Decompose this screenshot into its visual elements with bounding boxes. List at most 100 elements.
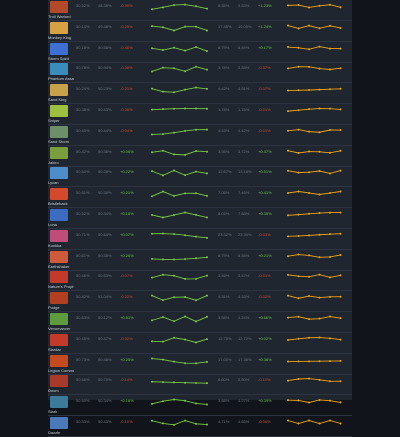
- sparkline-point: [339, 338, 342, 341]
- sparkline-point: [308, 108, 310, 111]
- hero-portrait[interactable]: [50, 313, 68, 325]
- hero-name[interactable]: Nature's Prophet: [48, 284, 74, 289]
- sparkline-point: [195, 66, 197, 69]
- table-row[interactable]: Doom 50.56% 50.70% -0.14% 8.60% 8.50% -0.10%: [48, 374, 352, 396]
- sparkline-point: [206, 49, 208, 52]
- table-row[interactable]: Phantom Assassin50.78% 50.94% -0.38% 3.78% 3…: [48, 62, 352, 84]
- pick3-value: 4.42%: [238, 127, 250, 133]
- delta2-value: -0.06%: [258, 419, 271, 424]
- pick2-value: 12.67%: [218, 169, 232, 175]
- sparkline-line: [151, 4, 208, 10]
- sparkline-point: [206, 236, 208, 239]
- delta2-value: +0.21%: [258, 252, 272, 258]
- hero-name[interactable]: Pudge: [48, 305, 74, 310]
- table-row[interactable]: Luna 50.52% 50.34% +0.18% 8.03% 7.68% +0.35%: [48, 208, 352, 229]
- delta2-value: +0.66%: [258, 315, 272, 320]
- sparkline-point: [195, 320, 197, 323]
- table-row[interactable]: Nature's Prophet50.46% 50.53% -0.07% 3.46% 3…: [48, 270, 352, 292]
- pick-value: 50.35%: [98, 252, 112, 258]
- hero-name[interactable]: Legion Commander: [48, 368, 74, 373]
- hero-name[interactable]: Storm Spirit: [48, 56, 74, 61]
- table-row[interactable]: Slardar 50.45% 50.47% -0.02% 12.70% 12.72% +0.…: [48, 333, 352, 354]
- hero-portrait[interactable]: [50, 354, 68, 367]
- sparkline-point: [173, 131, 175, 134]
- sparkline-point: [308, 377, 310, 380]
- table-row[interactable]: Storm Spirit 50.18% 50.58% -0.40% 8.79% 8.49%…: [48, 42, 352, 63]
- sparkline-point: [339, 422, 342, 425]
- hero-name[interactable]: Venomancer: [48, 326, 74, 331]
- sparkline-point: [206, 315, 208, 318]
- sparkline-line: [151, 170, 208, 177]
- hero-portrait[interactable]: [50, 250, 68, 263]
- sparkline-point: [184, 70, 186, 73]
- table-row[interactable]: Lycan 50.50% 50.28% +0.22% 12.67% 13.18% +0.51…: [48, 166, 352, 188]
- table-row[interactable]: Venomancer 50.63% 50.12% +0.51% 3.58% 4.24% +0…: [48, 312, 352, 333]
- hero-name[interactable]: Doom: [48, 388, 74, 393]
- hero-portrait[interactable]: [50, 417, 68, 429]
- hero-name[interactable]: Luna: [48, 222, 74, 227]
- sparkline-point: [287, 149, 289, 152]
- pick2-value: 7.05%: [218, 190, 230, 196]
- sparkline-point: [206, 403, 208, 406]
- hero-name[interactable]: Troll Warlord: [48, 14, 74, 19]
- hero-name[interactable]: Slark: [48, 409, 74, 414]
- delta-value: -0.07%: [120, 273, 133, 279]
- hero-portrait[interactable]: [50, 333, 68, 346]
- sparkline-point: [173, 152, 175, 155]
- sparkline-point: [151, 87, 153, 90]
- hero-portrait[interactable]: [50, 188, 68, 201]
- hero-name[interactable]: Sniper: [48, 118, 74, 123]
- table-row[interactable]: Troll Warlord 50.52% 48.39% -0.99% 8.35% 9.53…: [48, 0, 352, 21]
- table-row[interactable]: Sand Storm 50.40% 50.44% -0.04% 4.43% 4.42% -0…: [48, 125, 352, 146]
- table-row[interactable]: Monkey King 50.14% 49.48% -0.29% 17.45% 19.05…: [48, 21, 352, 42]
- hero-portrait[interactable]: [50, 375, 68, 388]
- hero-portrait[interactable]: [50, 42, 68, 55]
- hero-name[interactable]: Sand King: [48, 97, 74, 102]
- hero-portrait[interactable]: [50, 63, 68, 76]
- sparkline-point: [287, 214, 289, 217]
- hero-name[interactable]: Phantom Assassin: [48, 76, 74, 81]
- hero-portrait[interactable]: [50, 229, 68, 242]
- hero-name[interactable]: Monkey King: [48, 35, 74, 40]
- pick3-value: 3.47%: [238, 273, 250, 279]
- hero-portrait[interactable]: [50, 146, 68, 159]
- hero-portrait[interactable]: [50, 396, 68, 409]
- hero-portrait[interactable]: [50, 167, 68, 180]
- table-row[interactable]: Legion Commander 50.73% 50.48% +0.25% 17.00%…: [48, 354, 352, 375]
- hero-name[interactable]: Dazzle: [48, 430, 74, 435]
- sparkline-line: [287, 212, 341, 216]
- table-row[interactable]: Bristleback 50.51% 50.30% +0.21% 7.05% 7.46% +…: [48, 187, 352, 209]
- table-row[interactable]: Dazzle 50.33% 50.43% -0.10% 4.71% 4.65% -0.06%: [48, 416, 352, 437]
- sparkline-point: [173, 275, 175, 278]
- table-row[interactable]: Pudge 50.82% 51.04% -0.22% 4.31% 4.33% -0.02%: [48, 291, 352, 313]
- pick2-value: 3.35%: [218, 148, 230, 154]
- table-row[interactable]: Sand King 50.24% 50.23% -0.21% 4.42% 4.51% -0.…: [48, 83, 352, 105]
- hero-portrait[interactable]: [50, 1, 68, 13]
- hero-name[interactable]: Earthshaker: [48, 264, 74, 269]
- hero-name[interactable]: Bristleback: [48, 201, 74, 206]
- table-row[interactable]: Sniper 50.38% 50.43% -0.06% 1.78% 1.76% -0.01%: [48, 104, 352, 125]
- hero-name[interactable]: Sand Storm: [48, 139, 74, 144]
- hero-portrait[interactable]: [50, 84, 68, 97]
- hero-name[interactable]: Kunkka: [48, 243, 74, 248]
- hero-portrait[interactable]: [50, 125, 68, 138]
- sparkline-point: [318, 27, 321, 30]
- hero-portrait[interactable]: [50, 271, 68, 284]
- table-row[interactable]: Slark 50.50% 50.34% +0.16% 3.88% 4.27% +0.39%: [48, 395, 352, 417]
- hero-portrait[interactable]: [50, 209, 68, 221]
- sparkline-point: [329, 296, 331, 299]
- hero-portrait[interactable]: [50, 292, 68, 305]
- sparkline-point: [308, 66, 310, 69]
- pick-value: 48.39%: [98, 3, 112, 8]
- table-row[interactable]: Earthshaker 50.61% 50.35% +0.26% 8.79% 8.58% +…: [48, 250, 352, 271]
- table-row[interactable]: Jakiro 50.42% 50.36% +0.06% 3.35% 3.72% +0.37%: [48, 146, 352, 167]
- hero-name[interactable]: Jakiro: [48, 160, 74, 165]
- hero-portrait[interactable]: [50, 21, 68, 34]
- sparkline-point: [308, 359, 310, 362]
- delta2-value: +0.39%: [258, 398, 272, 404]
- hero-name[interactable]: Slardar: [48, 347, 74, 352]
- hero-portrait[interactable]: [50, 105, 68, 117]
- hero-name[interactable]: Lycan: [48, 180, 74, 185]
- table-row[interactable]: Kunkka 50.71% 50.64% +0.07% 23.32% 23.34% -0.0…: [48, 229, 352, 250]
- sparkline-point: [195, 25, 197, 28]
